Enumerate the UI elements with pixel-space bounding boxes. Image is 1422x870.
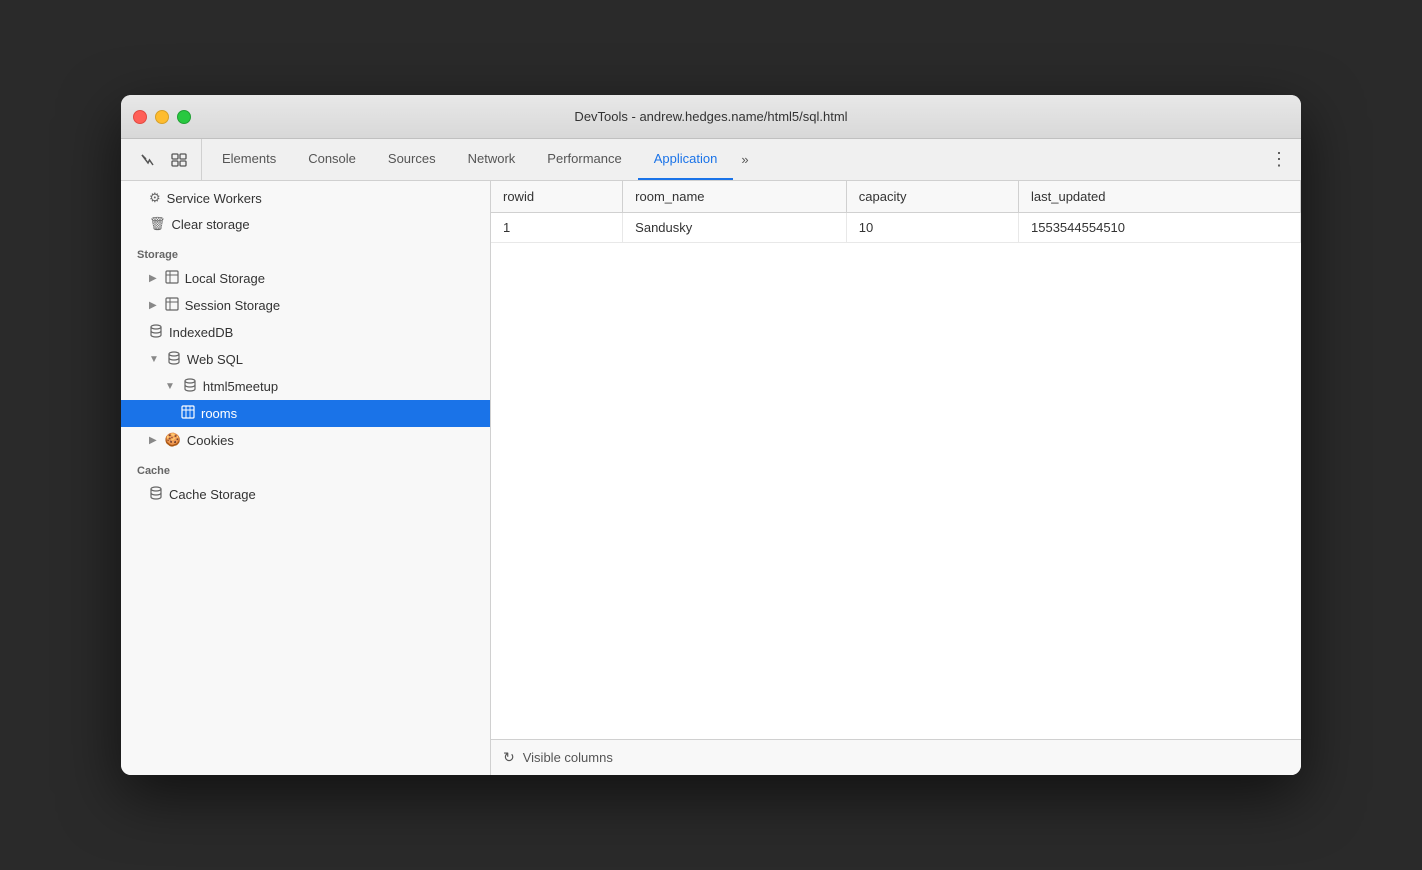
inspect-icon[interactable] <box>165 146 193 174</box>
close-button[interactable] <box>133 110 147 124</box>
trash-icon: 🗑 <box>149 216 166 232</box>
tab-bar: Elements Console Sources Network Perform… <box>121 139 1301 181</box>
cursor-icon[interactable] <box>133 146 161 174</box>
table-row[interactable]: 1 Sandusky 10 1553544554510 <box>491 213 1301 243</box>
gear-icon: ⚙ <box>149 190 161 206</box>
tab-network[interactable]: Network <box>452 139 532 180</box>
toolbar-icons <box>125 139 202 180</box>
sidebar-item-indexeddb[interactable]: IndexedDB <box>121 319 490 346</box>
database-icon <box>167 351 181 368</box>
col-last-updated: last_updated <box>1019 181 1301 213</box>
tab-performance[interactable]: Performance <box>531 139 637 180</box>
sidebar-item-web-sql[interactable]: ▼ Web SQL <box>121 346 490 373</box>
chevron-right-icon: ▶ <box>149 300 157 311</box>
cookies-label: Cookies <box>187 433 234 448</box>
table-footer: ↻ Visible columns <box>491 739 1301 775</box>
minimize-button[interactable] <box>155 110 169 124</box>
rooms-table: rowid room_name capacity last_updated 1 … <box>491 181 1301 243</box>
database-icon <box>183 378 197 395</box>
sidebar: ⚙ Service Workers 🗑 Clear storage Storag… <box>121 181 491 775</box>
chevron-down-icon: ▼ <box>149 354 159 365</box>
col-capacity: capacity <box>846 181 1018 213</box>
tab-elements[interactable]: Elements <box>206 139 292 180</box>
sidebar-item-cookies[interactable]: ▶ 🍪 Cookies <box>121 427 490 453</box>
table-header-row: rowid room_name capacity last_updated <box>491 181 1301 213</box>
cache-section-label: Cache <box>121 453 490 481</box>
data-table[interactable]: rowid room_name capacity last_updated 1 … <box>491 181 1301 739</box>
title-bar: DevTools - andrew.hedges.name/html5/sql.… <box>121 95 1301 139</box>
visible-columns-label[interactable]: Visible columns <box>523 750 613 765</box>
refresh-icon[interactable]: ↻ <box>503 749 515 766</box>
sidebar-item-html5meetup[interactable]: ▼ html5meetup <box>121 373 490 400</box>
database-icon <box>149 486 163 503</box>
table-icon <box>181 405 195 422</box>
session-storage-label: Session Storage <box>185 298 280 313</box>
col-room-name: room_name <box>623 181 847 213</box>
database-icon <box>149 324 163 341</box>
sidebar-item-cache-storage[interactable]: Cache Storage <box>121 481 490 508</box>
clear-storage-label: Clear storage <box>172 217 250 232</box>
html5meetup-label: html5meetup <box>203 379 278 394</box>
window-title: DevTools - andrew.hedges.name/html5/sql.… <box>574 109 847 124</box>
storage-section-label: Storage <box>121 237 490 265</box>
table-icon <box>165 297 179 314</box>
cell-room-name: Sandusky <box>623 213 847 243</box>
service-workers-label: Service Workers <box>167 191 262 206</box>
data-grid-area: rowid room_name capacity last_updated 1 … <box>491 181 1301 775</box>
cell-rowid: 1 <box>491 213 623 243</box>
maximize-button[interactable] <box>177 110 191 124</box>
web-sql-label: Web SQL <box>187 352 243 367</box>
chevron-right-icon: ▶ <box>149 273 157 284</box>
indexeddb-label: IndexedDB <box>169 325 233 340</box>
main-content: ⚙ Service Workers 🗑 Clear storage Storag… <box>121 181 1301 775</box>
cell-last-updated: 1553544554510 <box>1019 213 1301 243</box>
tab-sources[interactable]: Sources <box>372 139 452 180</box>
sidebar-item-session-storage[interactable]: ▶ Session Storage <box>121 292 490 319</box>
cell-capacity: 10 <box>846 213 1018 243</box>
col-rowid: rowid <box>491 181 623 213</box>
table-icon <box>165 270 179 287</box>
tab-application[interactable]: Application <box>638 139 734 180</box>
cache-storage-label: Cache Storage <box>169 487 256 502</box>
chevron-down-icon: ▼ <box>165 381 175 392</box>
sidebar-item-local-storage[interactable]: ▶ Local Storage <box>121 265 490 292</box>
devtools-window: DevTools - andrew.hedges.name/html5/sql.… <box>121 95 1301 775</box>
sidebar-item-rooms[interactable]: rooms <box>121 400 490 427</box>
local-storage-label: Local Storage <box>185 271 265 286</box>
chevron-right-icon: ▶ <box>149 435 157 446</box>
sidebar-item-clear-storage[interactable]: 🗑 Clear storage <box>121 211 490 237</box>
traffic-lights <box>133 110 191 124</box>
kebab-menu-icon[interactable]: ⋮ <box>1258 139 1301 180</box>
sidebar-item-service-workers[interactable]: ⚙ Service Workers <box>121 185 490 211</box>
tab-console[interactable]: Console <box>292 139 372 180</box>
rooms-label: rooms <box>201 406 237 421</box>
cookie-icon: 🍪 <box>165 432 181 448</box>
more-tabs-button[interactable]: » <box>733 139 756 180</box>
